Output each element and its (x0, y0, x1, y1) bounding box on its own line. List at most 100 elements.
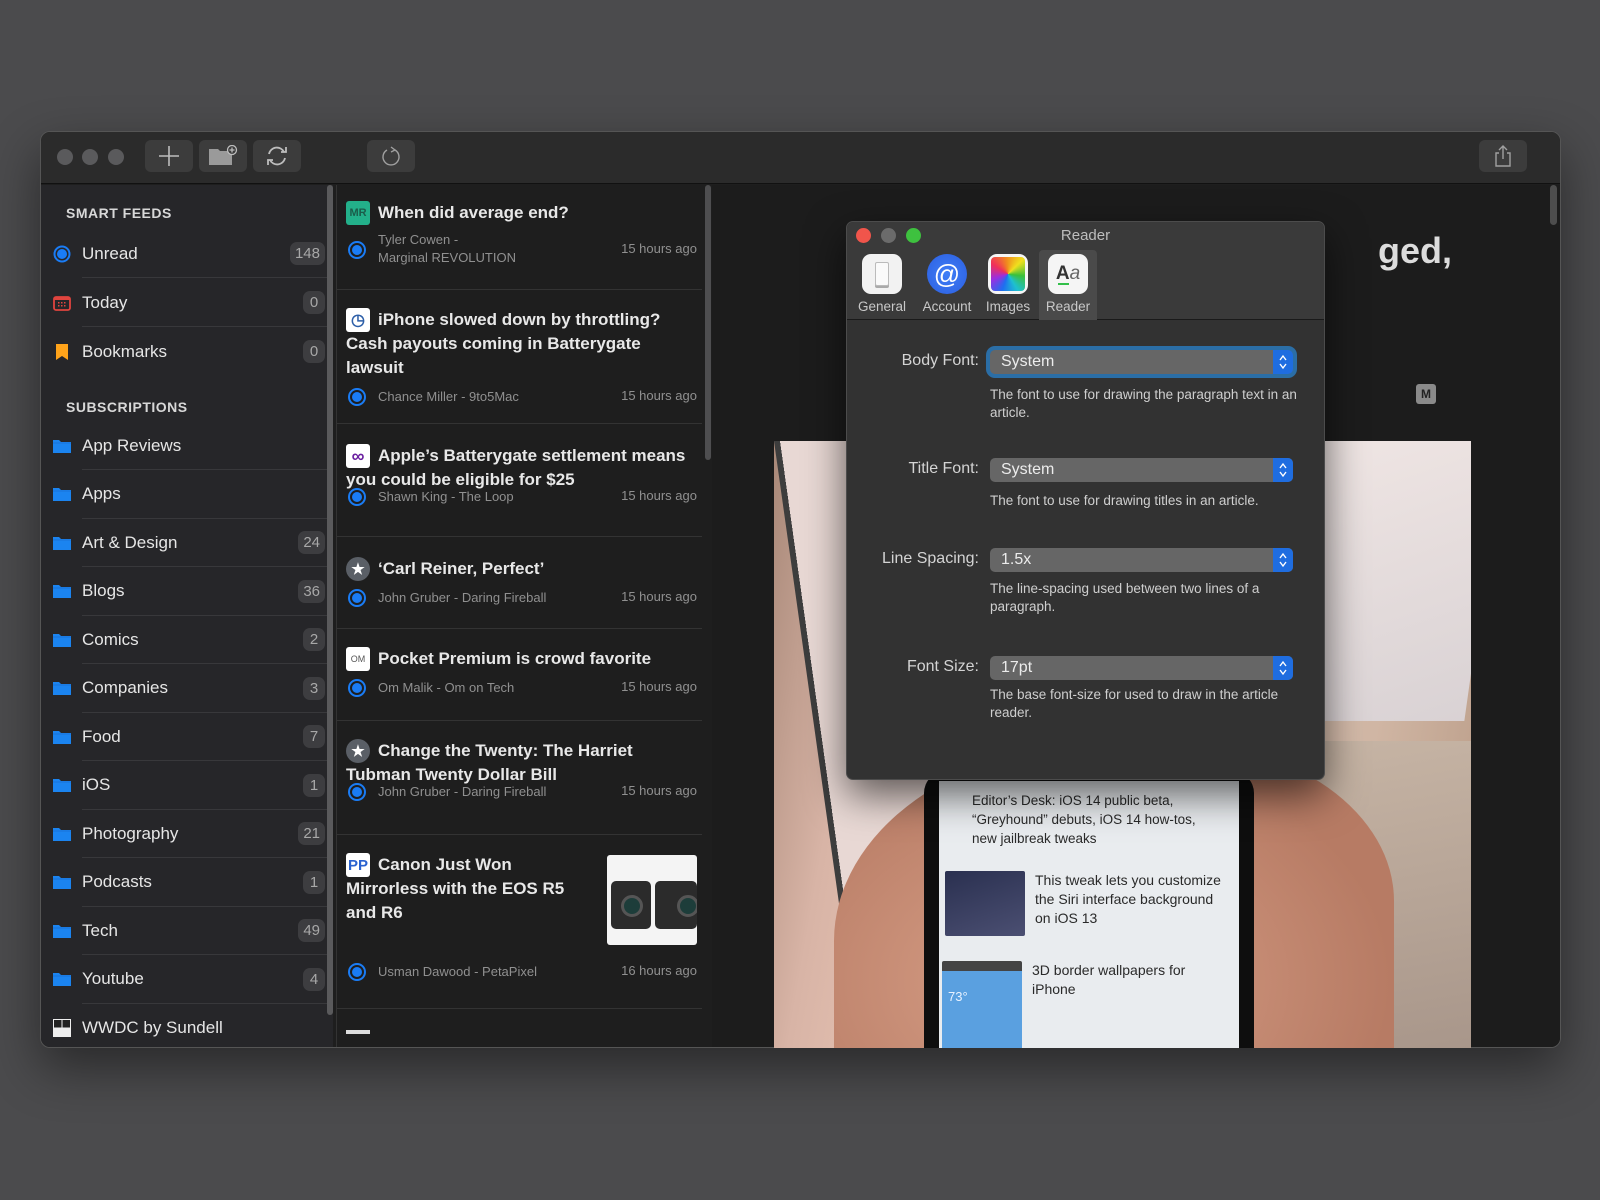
phone-screen-text: Editor’s Desk: iOS 14 public beta, “Grey… (972, 793, 1196, 846)
tab-general[interactable]: General (853, 250, 911, 320)
unread-indicator-icon[interactable] (348, 241, 366, 259)
tab-label: Images (985, 299, 1031, 314)
unread-indicator-icon[interactable] (348, 388, 366, 406)
article-list-item[interactable]: PP Canon Just Won Mirrorless with the EOS… (337, 835, 702, 1009)
article-list-item[interactable]: MR When did average end? Tyler Cowen - Mar… (337, 185, 702, 290)
images-icon (988, 254, 1028, 294)
pref-label: Body Font: (901, 352, 979, 369)
sidebar-item-subscription[interactable]: WWDC by Sundell (41, 1003, 331, 1047)
sidebar-item-subscription[interactable]: Art & Design 24 (41, 518, 331, 567)
unread-indicator-icon[interactable] (348, 963, 366, 981)
article-meta: John Gruber - Daring Fireball (378, 784, 547, 799)
sidebar-item-subscription[interactable]: Blogs 36 (41, 567, 331, 616)
article-meta: Tyler Cowen - Marginal REVOLUTION (378, 232, 516, 265)
sidebar-item-bookmarks[interactable]: Bookmarks 0 (41, 327, 331, 376)
sidebar-item-subscription[interactable]: Tech 49 (41, 906, 331, 955)
zoom-window-button[interactable] (108, 149, 124, 165)
article-list-scrollbar[interactable] (705, 185, 711, 460)
sidebar-scrollbar[interactable] (327, 185, 333, 1015)
article-time: 15 hours ago (621, 589, 697, 604)
preferences-window: Reader General @ Account Images Aa Reade… (846, 221, 1325, 780)
tab-label: Reader (1045, 299, 1091, 314)
unread-count-badge: 49 (298, 919, 325, 942)
pref-label: Line Spacing: (882, 550, 979, 567)
unread-indicator-icon[interactable] (348, 589, 366, 607)
title-font-select[interactable]: System (990, 458, 1293, 482)
article-list-item[interactable]: ★ ‘Carl Reiner, Perfect’ John Gruber - Dar… (337, 537, 702, 629)
select-value: 1.5x (1001, 551, 1032, 568)
unread-count-badge: 7 (303, 725, 325, 748)
sidebar-item-subscription[interactable]: Apps (41, 470, 331, 519)
article-meta: Shawn King - The Loop (378, 489, 514, 504)
unread-indicator-icon[interactable] (348, 783, 366, 801)
sync-button[interactable] (253, 140, 301, 172)
sidebar-item-subscription[interactable]: Youtube 4 (41, 955, 331, 1004)
pref-description: The font to use for drawing the paragrap… (990, 387, 1297, 420)
article-title: When did average end? (378, 203, 569, 222)
unread-indicator-icon[interactable] (348, 488, 366, 506)
reader-scrollbar[interactable] (1550, 185, 1557, 225)
article-list-item[interactable]: OM Pocket Premium is crowd favorite Om Mal… (337, 629, 702, 721)
folder-icon (53, 682, 71, 695)
article-title: Apple’s Batterygate settlement means you… (346, 446, 686, 489)
sidebar-item-subscription[interactable]: Food 7 (41, 712, 331, 761)
folder-icon (53, 585, 71, 598)
sidebar-item-unread[interactable]: Unread 148 (41, 229, 331, 278)
sidebar-item-label: Companies (82, 678, 168, 697)
article-list-item[interactable]: ◷ iPhone slowed down by throttling? Cash … (337, 290, 702, 424)
add-feed-button[interactable] (145, 140, 193, 172)
line-spacing-select[interactable]: 1.5x (990, 548, 1293, 572)
plus-icon (159, 146, 179, 166)
calendar-icon (53, 295, 71, 311)
phone-screen: Editor’s Desk: iOS 14 public beta, “Grey… (939, 781, 1239, 1048)
pref-label: Font Size: (906, 658, 979, 675)
font-size-select[interactable]: 17pt (990, 656, 1293, 680)
unread-count-badge: 2 (303, 628, 325, 651)
unread-count-badge: 36 (298, 579, 325, 603)
tab-account[interactable]: @ Account (918, 250, 976, 320)
refresh-icon (382, 146, 400, 166)
pref-description: The font to use for drawing titles in an… (990, 493, 1259, 508)
select-value: System (1001, 461, 1055, 478)
refresh-button[interactable] (367, 140, 415, 172)
sidebar-item-today[interactable]: Today 0 (41, 278, 331, 327)
mercury-badge[interactable]: M (1416, 384, 1436, 404)
chevron-updown-icon (1273, 656, 1293, 680)
share-button[interactable] (1479, 140, 1527, 172)
article-list-item[interactable]: ∞ Apple’s Batterygate settlement means yo… (337, 424, 702, 537)
phone-thumbnail (945, 871, 1025, 936)
sidebar-item-subscription[interactable]: App Reviews (41, 421, 331, 470)
article-title: Pocket Premium is crowd favorite (378, 649, 652, 668)
sidebar-item-label: Food (82, 726, 121, 746)
sidebar-item-subscription[interactable]: Podcasts 1 (41, 858, 331, 907)
unread-indicator-icon[interactable] (348, 679, 366, 697)
sidebar-item-label: App Reviews (82, 435, 182, 455)
sidebar-item-subscription[interactable]: Photography 21 (41, 809, 331, 858)
chevron-updown-icon (1273, 548, 1293, 572)
folder-icon (53, 536, 71, 550)
article-list-item[interactable]: ★ Change the Twenty: The Harriet Tubman T… (337, 721, 702, 835)
today-count-badge: 0 (303, 291, 325, 314)
article-title: Canon Just Won Mirrorless with the EOS R… (346, 855, 565, 922)
sidebar-item-subscription[interactable]: iOS 1 (41, 761, 331, 810)
sidebar-item-subscription[interactable]: Companies 3 (41, 664, 331, 713)
article-list-item-partial[interactable] (346, 1030, 370, 1034)
article-time: 15 hours ago (621, 679, 697, 694)
article-title: ‘Carl Reiner, Perfect’ (378, 559, 545, 578)
unread-count-badge: 1 (303, 773, 325, 797)
sidebar-item-label: Youtube (82, 969, 144, 988)
body-font-select[interactable]: System (990, 350, 1293, 374)
select-value: 17pt (1001, 659, 1033, 676)
phone-thumbnail: 73° (942, 961, 1022, 1048)
sidebar-item-label: Tech (82, 920, 118, 940)
sidebar-item-subscription[interactable]: Comics 2 (41, 615, 331, 664)
tab-images[interactable]: Images (979, 250, 1037, 320)
close-window-button[interactable] (57, 149, 73, 165)
phone-screen-text: 3D border wallpapers for iPhone (1032, 962, 1186, 997)
new-folder-button[interactable] (199, 140, 247, 172)
phone-weather-text: 73° (948, 989, 968, 1004)
tab-reader[interactable]: Aa Reader (1039, 250, 1097, 320)
toolbar (41, 132, 1560, 184)
minimize-window-button[interactable] (82, 149, 98, 165)
article-title: Change the Twenty: The Harriet Tubman Tw… (346, 741, 633, 784)
